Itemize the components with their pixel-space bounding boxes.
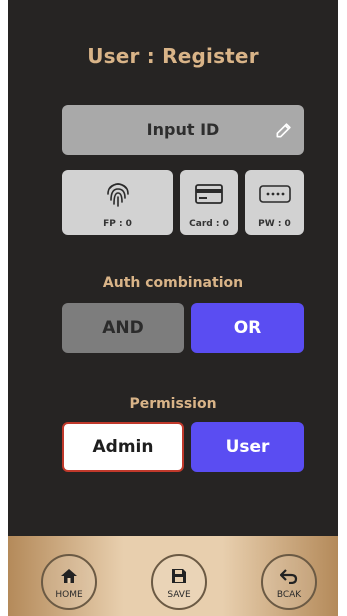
input-id-label: Input ID xyxy=(146,120,220,139)
fingerprint-icon xyxy=(106,183,129,207)
fingerprint-count: FP : 0 xyxy=(103,219,132,229)
card-icon xyxy=(195,184,223,204)
auth-combination-label: Auth combination xyxy=(102,275,244,291)
back-label: BCAK xyxy=(276,590,302,600)
user-button[interactable]: User xyxy=(191,422,304,472)
page-title: User : Register xyxy=(87,44,259,68)
password-icon xyxy=(258,185,291,203)
input-id-button[interactable]: Input ID xyxy=(62,105,304,155)
bottom-nav: HOME SAVE BCAK xyxy=(8,536,338,616)
home-icon xyxy=(61,569,77,583)
permission-label: Permission xyxy=(129,396,217,412)
save-icon xyxy=(172,569,186,583)
admin-button[interactable]: Admin xyxy=(62,422,184,472)
fingerprint-card[interactable]: FP : 0 xyxy=(62,170,173,235)
back-button[interactable]: BCAK xyxy=(261,554,317,610)
card-count: Card : 0 xyxy=(189,219,229,229)
edit-icon xyxy=(276,123,291,138)
password-card[interactable]: PW : 0 xyxy=(245,170,304,235)
or-button[interactable]: OR xyxy=(191,303,304,353)
device-screen: User : Register Input ID FP : 0 Card: 0… xyxy=(8,0,338,616)
home-button[interactable]: HOME xyxy=(41,554,97,610)
save-label: SAVE xyxy=(167,590,191,600)
and-button[interactable]: AND xyxy=(62,303,184,353)
back-icon xyxy=(280,569,298,584)
card-card[interactable]: Card : 0 xyxy=(180,170,238,235)
password-count: PW : 0 xyxy=(258,219,291,229)
home-label: HOME xyxy=(55,590,83,600)
save-button[interactable]: SAVE xyxy=(151,554,207,610)
